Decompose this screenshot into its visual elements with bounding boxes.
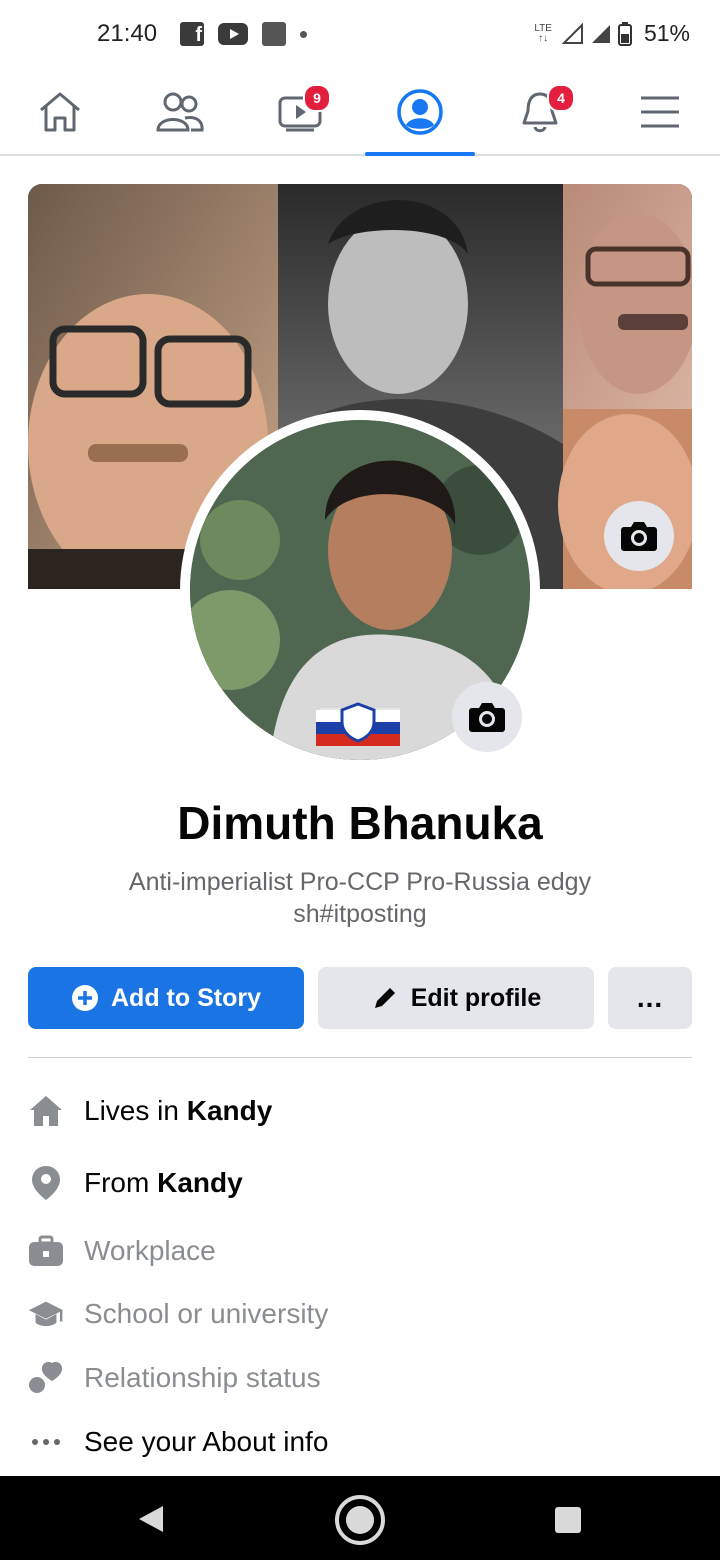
location-pin-icon <box>28 1165 64 1201</box>
profile-bio: Anti-imperialist Pro-CCP Pro-Russia edgy… <box>128 868 592 928</box>
more-dots-icon <box>28 1424 64 1460</box>
lives-in-text: Lives in Kandy <box>84 1095 272 1127</box>
about-text: See your About info <box>84 1426 329 1457</box>
from-text: From Kandy <box>84 1167 243 1199</box>
plus-circle-icon <box>72 985 98 1011</box>
status-bar: 21:40 f LTE ↑↓ 51% <box>0 0 720 70</box>
workplace-text: Workplace <box>84 1235 216 1266</box>
tab-menu[interactable] <box>605 70 715 154</box>
lives-in-city: Kandy <box>186 1095 273 1126</box>
signal-icon <box>561 22 583 44</box>
from-row[interactable]: From Kandy <box>28 1163 692 1203</box>
more-notifications-dot-icon <box>300 30 307 38</box>
edit-profile-label: Edit profile <box>410 983 542 1012</box>
tab-friends[interactable] <box>125 70 235 154</box>
notification-icons: f <box>180 22 307 46</box>
system-status: LTE ↑↓ 51% <box>534 20 690 47</box>
more-options-button[interactable]: ... <box>608 967 692 1029</box>
school-row[interactable]: School or university <box>28 1294 692 1334</box>
battery-icon <box>617 21 632 46</box>
lives-in-prefix: Lives in <box>84 1095 187 1126</box>
school-text: School or university <box>84 1298 329 1329</box>
graduation-cap-icon <box>28 1296 64 1332</box>
tab-notifications[interactable]: 4 <box>485 70 595 154</box>
tab-home[interactable] <box>5 70 115 154</box>
relationship-row[interactable]: Relationship status <box>28 1358 692 1398</box>
camera-icon <box>469 703 505 732</box>
add-to-story-label: Add to Story <box>111 983 261 1012</box>
home-button-icon[interactable] <box>334 1494 386 1546</box>
facebook-notification-icon: f <box>180 22 204 46</box>
relationship-text: Relationship status <box>84 1362 321 1393</box>
friends-icon <box>156 92 204 132</box>
network-label: LTE <box>534 22 552 34</box>
android-nav-bar <box>0 1476 720 1560</box>
lives-in-row[interactable]: Lives in Kandy <box>28 1091 692 1131</box>
hearts-icon <box>28 1360 64 1396</box>
lte-indicator: LTE ↑↓ <box>534 22 552 44</box>
profile-icon <box>397 89 443 135</box>
edit-avatar-button[interactable] <box>452 682 522 752</box>
signal-icon-2 <box>591 24 610 43</box>
battery-percent: 51% <box>643 20 690 46</box>
back-icon[interactable] <box>137 1504 165 1534</box>
more-options-icon: ... <box>636 982 664 1013</box>
home-icon <box>40 92 80 132</box>
recents-icon[interactable] <box>554 1506 582 1534</box>
watch-badge: 9 <box>303 84 331 112</box>
add-to-story-button[interactable]: Add to Story <box>28 967 304 1029</box>
active-tab-indicator <box>365 152 475 156</box>
from-prefix: From <box>84 1167 158 1198</box>
camera-icon <box>621 522 657 551</box>
youtube-notification-icon <box>218 23 248 45</box>
top-nav: 9 4 <box>0 70 720 156</box>
status-time: 21:40 <box>97 20 158 47</box>
from-city: Kandy <box>157 1167 243 1198</box>
pencil-icon <box>374 988 395 1008</box>
notifications-badge: 4 <box>547 84 575 112</box>
profile-name: Dimuth Bhanuka <box>177 797 543 849</box>
briefcase-icon <box>28 1233 64 1269</box>
tab-profile[interactable] <box>365 70 475 156</box>
tab-watch[interactable]: 9 <box>245 70 355 154</box>
divider <box>28 1057 692 1058</box>
app-notification-icon <box>262 22 286 46</box>
workplace-row[interactable]: Workplace <box>28 1231 692 1271</box>
edit-cover-button[interactable] <box>604 501 674 571</box>
edit-profile-button[interactable]: Edit profile <box>318 967 594 1029</box>
hamburger-icon <box>641 96 679 128</box>
home-filled-icon <box>28 1093 64 1129</box>
about-row[interactable]: See your About info <box>28 1422 692 1462</box>
